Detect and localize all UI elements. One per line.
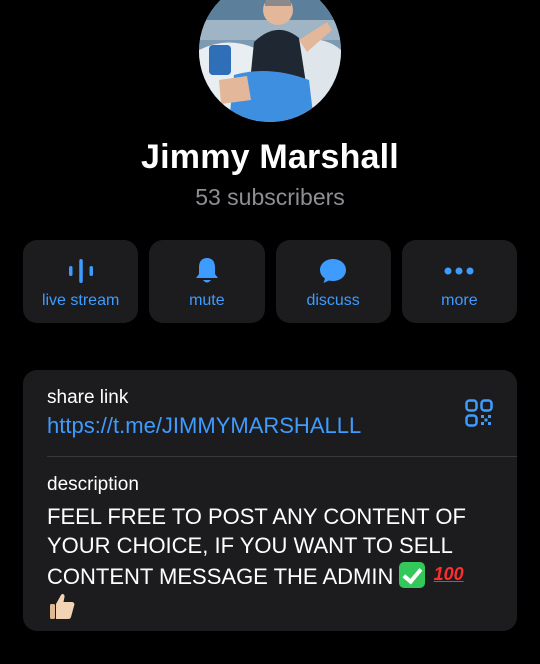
qr-code-icon[interactable]	[465, 399, 493, 427]
info-card: share link https://t.me/JIMMYMARSHALLL d…	[23, 370, 517, 631]
chat-bubble-icon	[316, 254, 350, 288]
mute-label: mute	[189, 292, 225, 309]
share-link-label: share link	[47, 387, 129, 408]
check-mark-icon	[399, 562, 426, 588]
more-label: more	[441, 292, 478, 309]
bell-icon	[190, 254, 224, 288]
action-bar: live stream mute discuss more	[23, 240, 517, 323]
hundred-points-icon: 100	[433, 564, 464, 584]
live-stream-icon	[64, 254, 98, 288]
description-label: description	[47, 474, 139, 495]
avatar[interactable]	[199, 0, 341, 122]
more-button[interactable]: more	[401, 240, 517, 323]
avatar-photo	[199, 0, 341, 122]
divider	[47, 456, 517, 457]
channel-name: Jimmy Marshall	[141, 138, 399, 176]
more-dots-icon	[442, 254, 476, 288]
discuss-label: discuss	[306, 292, 360, 309]
live-stream-label: live stream	[41, 292, 120, 309]
mute-button[interactable]: mute	[149, 240, 265, 323]
discuss-button[interactable]: discuss	[275, 240, 391, 323]
description-text: FEEL FREE TO POST ANY CONTENT OF YOUR CH…	[47, 502, 507, 622]
subscriber-count: 53 subscribers	[195, 184, 345, 210]
thumbs-up-icon	[47, 591, 77, 621]
live-stream-button[interactable]: live stream	[23, 240, 139, 323]
share-link[interactable]: https://t.me/JIMMYMARSHALLL	[47, 413, 361, 439]
